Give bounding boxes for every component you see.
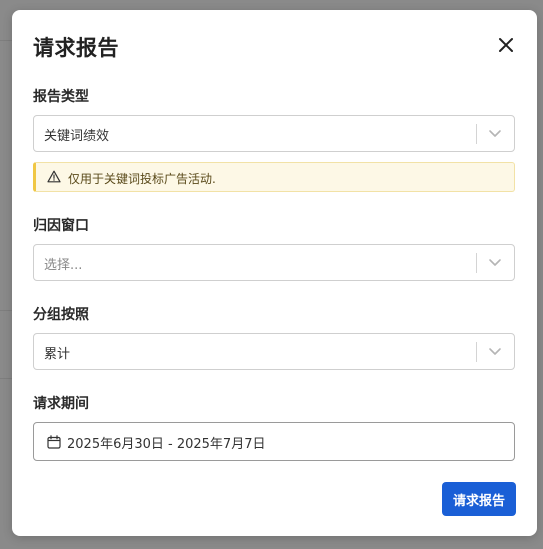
request-period-label: 请求期间 [33,396,89,412]
keyword-warning-banner: 仅用于关键词投标广告活动. [33,162,515,192]
close-icon [499,38,513,52]
report-type-label: 报告类型 [33,89,89,105]
date-range-value: 2025年6月30日 - 2025年7月7日 [67,437,266,452]
calendar-icon [47,435,61,449]
chevron-down-icon [489,348,501,355]
chevron-down-icon [489,259,501,266]
backdrop-divider [0,378,12,379]
report-type-value: 关键词绩效 [44,129,110,144]
select-separator [476,342,477,362]
warning-icon [47,170,61,183]
request-report-modal: 请求报告 报告类型 关键词绩效 仅用于关键词投标广告活动. 归因窗口 选择...… [12,10,537,536]
select-separator [476,124,477,144]
date-range-input[interactable]: 2025年6月30日 - 2025年7月7日 [33,422,515,461]
request-report-button[interactable]: 请求报告 [442,482,516,516]
modal-title: 请求报告 [33,36,119,60]
close-button[interactable] [497,36,515,54]
group-by-label: 分组按照 [33,307,89,323]
warning-text: 仅用于关键词投标广告活动. [68,172,216,186]
report-type-select[interactable]: 关键词绩效 [33,115,515,152]
group-by-value: 累计 [44,347,71,362]
backdrop-divider [0,310,12,311]
attribution-window-label: 归因窗口 [33,218,89,234]
attribution-window-select[interactable]: 选择... [33,244,515,281]
backdrop-divider [0,40,12,41]
select-separator [476,253,477,273]
attribution-window-placeholder: 选择... [44,258,83,273]
group-by-select[interactable]: 累计 [33,333,515,370]
chevron-down-icon [489,130,501,137]
